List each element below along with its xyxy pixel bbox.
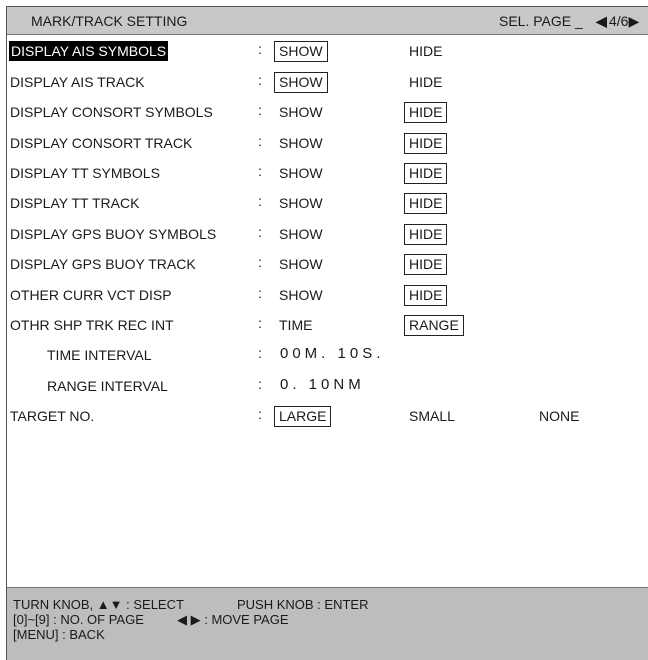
colon-separator: : (258, 376, 262, 392)
help-footer: TURN KNOB, ▲▼ : SELECT PUSH KNOB : ENTER … (7, 587, 648, 660)
setting-label: OTHR SHP TRK REC INT (10, 317, 174, 333)
footer-select-hint: TURN KNOB, ▲▼ : SELECT (13, 597, 184, 612)
footer-back-hint: [MENU] : BACK (13, 627, 105, 642)
colon-separator: : (258, 133, 262, 149)
setting-row-display-ais-symbols[interactable]: DISPLAY AIS SYMBOLS : SHOW HIDE (7, 39, 648, 65)
colon-separator: : (258, 163, 262, 179)
setting-label: OTHER CURR VCT DISP (10, 287, 172, 303)
option-hide[interactable]: HIDE (404, 285, 448, 306)
setting-row-display-gps-buoy-track[interactable]: DISPLAY GPS BUOY TRACK : SHOW HIDE (7, 252, 648, 278)
setting-label: DISPLAY TT SYMBOLS (10, 165, 160, 181)
setting-label: DISPLAY CONSORT TRACK (10, 135, 193, 151)
setting-label: DISPLAY GPS BUOY TRACK (10, 256, 196, 272)
option-show[interactable]: SHOW (274, 163, 328, 184)
option-hide[interactable]: HIDE (404, 41, 447, 62)
option-show[interactable]: SHOW (274, 193, 328, 214)
option-small[interactable]: SMALL (404, 406, 460, 427)
option-large[interactable]: LARGE (274, 406, 332, 427)
colon-separator: : (258, 102, 262, 118)
setting-row-display-tt-symbols[interactable]: DISPLAY TT SYMBOLS : SHOW HIDE (7, 161, 648, 187)
colon-separator: : (258, 193, 262, 209)
setting-row-target-no[interactable]: TARGET NO. : LARGE SMALL NONE (7, 404, 648, 430)
colon-separator: : (258, 254, 262, 270)
option-show[interactable]: SHOW (274, 41, 328, 62)
setting-row-other-curr-vct-disp[interactable]: OTHER CURR VCT DISP : SHOW HIDE (7, 283, 648, 309)
option-hide[interactable]: HIDE (404, 102, 448, 123)
page-number: 4/6▶ (609, 13, 640, 29)
colon-separator: : (258, 345, 262, 361)
colon-separator: : (258, 41, 262, 57)
menu-window: MARK/TRACK SETTING SEL. PAGE _ ◀ 4/6▶ DI… (6, 6, 648, 660)
option-hide[interactable]: HIDE (404, 72, 447, 93)
setting-row-othr-shp-trk-rec-int[interactable]: OTHR SHP TRK REC INT : TIME RANGE (7, 313, 648, 339)
footer-page-no-hint: [0]~[9] : NO. OF PAGE (13, 612, 144, 627)
option-hide[interactable]: HIDE (404, 254, 448, 275)
setting-row-display-consort-track[interactable]: DISPLAY CONSORT TRACK : SHOW HIDE (7, 131, 648, 157)
option-show[interactable]: SHOW (274, 285, 328, 306)
setting-row-display-ais-track[interactable]: DISPLAY AIS TRACK : SHOW HIDE (7, 70, 648, 96)
option-show[interactable]: SHOW (274, 224, 328, 245)
setting-label: DISPLAY AIS SYMBOLS (9, 41, 169, 61)
option-time[interactable]: TIME (274, 315, 317, 336)
setting-label: DISPLAY TT TRACK (10, 195, 140, 211)
menu-header: MARK/TRACK SETTING SEL. PAGE _ ◀ 4/6▶ (7, 7, 648, 35)
footer-line: TURN KNOB, ▲▼ : SELECT PUSH KNOB : ENTER (13, 597, 648, 612)
menu-title: MARK/TRACK SETTING (31, 13, 188, 29)
option-hide[interactable]: HIDE (404, 163, 448, 184)
footer-move-page-hint: ◀ ▶ : MOVE PAGE (177, 612, 289, 627)
option-range[interactable]: RANGE (404, 315, 464, 336)
option-hide[interactable]: HIDE (404, 193, 448, 214)
setting-row-display-gps-buoy-symbols[interactable]: DISPLAY GPS BUOY SYMBOLS : SHOW HIDE (7, 222, 648, 248)
option-show[interactable]: SHOW (274, 133, 328, 154)
page-prev-icon[interactable]: ◀ (596, 13, 607, 30)
setting-label: TARGET NO. (10, 408, 95, 424)
setting-row-range-interval[interactable]: RANGE INTERVAL : 0. 10NM (7, 374, 648, 400)
setting-row-display-consort-symbols[interactable]: DISPLAY CONSORT SYMBOLS : SHOW HIDE (7, 100, 648, 126)
option-none[interactable]: NONE (534, 406, 584, 427)
setting-label: DISPLAY GPS BUOY SYMBOLS (10, 226, 217, 242)
setting-label: DISPLAY CONSORT SYMBOLS (10, 104, 213, 120)
option-hide[interactable]: HIDE (404, 224, 448, 245)
colon-separator: : (258, 406, 262, 422)
colon-separator: : (258, 315, 262, 331)
option-show[interactable]: SHOW (274, 254, 328, 275)
option-hide[interactable]: HIDE (404, 133, 448, 154)
time-interval-value[interactable]: 00M. 10S. (280, 345, 384, 362)
footer-line: [0]~[9] : NO. OF PAGE ◀ ▶ : MOVE PAGE (13, 612, 648, 627)
colon-separator: : (258, 285, 262, 301)
colon-separator: : (258, 224, 262, 240)
setting-label: TIME INTERVAL (47, 347, 152, 363)
option-show[interactable]: SHOW (274, 72, 328, 93)
setting-row-display-tt-track[interactable]: DISPLAY TT TRACK : SHOW HIDE (7, 191, 648, 217)
sel-page-indicator[interactable]: SEL. PAGE _ (499, 13, 583, 29)
range-interval-value[interactable]: 0. 10NM (280, 376, 365, 393)
setting-label: RANGE INTERVAL (47, 378, 168, 394)
footer-enter-hint: PUSH KNOB : ENTER (237, 597, 369, 612)
colon-separator: : (258, 72, 262, 88)
option-show[interactable]: SHOW (274, 102, 328, 123)
setting-label: DISPLAY AIS TRACK (10, 74, 145, 90)
setting-row-time-interval[interactable]: TIME INTERVAL : 00M. 10S. (7, 343, 648, 369)
